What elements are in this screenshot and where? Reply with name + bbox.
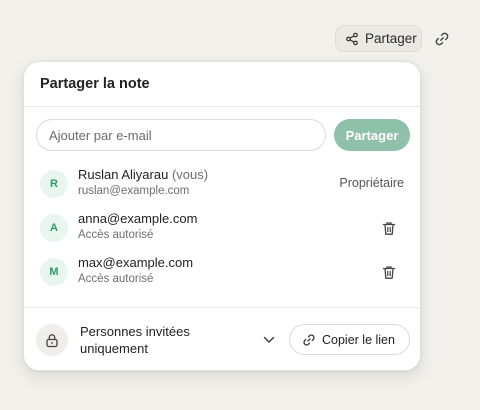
share-button-label: Partager bbox=[365, 31, 417, 46]
member-name: Ruslan Aliyarau (vous) bbox=[78, 167, 208, 182]
member-name-text: Ruslan Aliyarau bbox=[78, 167, 169, 182]
member-email: ruslan@example.com bbox=[78, 185, 190, 197]
link-icon bbox=[303, 333, 315, 346]
popover-title: Partager la note bbox=[40, 76, 150, 92]
trash-icon bbox=[382, 265, 396, 279]
invite-share-button[interactable]: Partager bbox=[334, 119, 410, 151]
remove-member-button[interactable] bbox=[380, 219, 398, 237]
copy-link-toolbar-button[interactable] bbox=[432, 29, 452, 49]
lock-icon bbox=[46, 333, 58, 347]
member-row: M max@example.com Accès autorisé bbox=[40, 255, 404, 291]
member-status: Accès autorisé bbox=[78, 273, 154, 285]
member-name: max@example.com bbox=[78, 255, 194, 270]
member-name: anna@example.com bbox=[78, 211, 198, 226]
share-icon bbox=[346, 32, 358, 45]
header-divider bbox=[24, 106, 420, 107]
copy-link-label: Copier le lien bbox=[322, 332, 395, 347]
you-suffix: (vous) bbox=[171, 167, 209, 182]
link-icon bbox=[435, 32, 449, 46]
copy-link-button[interactable]: Copier le lien bbox=[289, 324, 410, 355]
member-role: Propriétaire bbox=[339, 176, 404, 190]
invite-email-input[interactable] bbox=[36, 119, 326, 151]
member-row: A anna@example.com Accès autorisé bbox=[40, 211, 404, 247]
avatar: R bbox=[40, 170, 68, 198]
member-row: R Ruslan Aliyarau (vous) ruslan@example.… bbox=[40, 167, 404, 203]
trash-icon bbox=[382, 221, 396, 235]
access-level-select[interactable]: Personnes invitées uniquement bbox=[80, 323, 230, 357]
avatar: A bbox=[40, 214, 68, 242]
remove-member-button[interactable] bbox=[380, 263, 398, 281]
avatar: M bbox=[40, 258, 68, 286]
share-button[interactable]: Partager bbox=[335, 25, 422, 52]
access-lock bbox=[36, 324, 68, 356]
member-status: Accès autorisé bbox=[78, 229, 154, 241]
access-dropdown-toggle[interactable] bbox=[262, 333, 276, 347]
footer-divider bbox=[24, 307, 420, 308]
share-popover: Partager la note Partager R Ruslan Aliya… bbox=[23, 61, 421, 371]
chevron-down-icon bbox=[263, 336, 275, 343]
